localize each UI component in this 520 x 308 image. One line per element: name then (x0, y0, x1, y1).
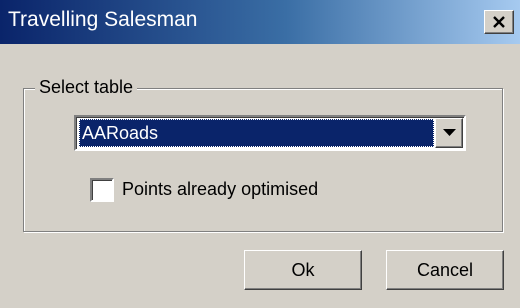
title-bar[interactable]: Travelling Salesman (0, 0, 520, 44)
cancel-button[interactable]: Cancel (386, 250, 504, 290)
points-optimised-label[interactable]: Points already optimised (122, 179, 318, 200)
close-icon (493, 16, 505, 28)
dropdown-arrow-button[interactable] (435, 118, 463, 148)
table-select-value[interactable]: AARoads (79, 119, 434, 147)
ok-button[interactable]: Ok (244, 250, 362, 290)
dialog-window: Travelling Salesman Select table AARoads… (0, 0, 520, 308)
table-select-dropdown[interactable]: AARoads (74, 115, 466, 151)
close-button[interactable] (484, 10, 514, 34)
points-optimised-checkbox[interactable] (90, 178, 114, 202)
select-table-groupbox (23, 88, 503, 232)
chevron-down-icon (443, 129, 456, 136)
select-table-label: Select table (35, 77, 138, 98)
window-title: Travelling Salesman (8, 8, 198, 31)
